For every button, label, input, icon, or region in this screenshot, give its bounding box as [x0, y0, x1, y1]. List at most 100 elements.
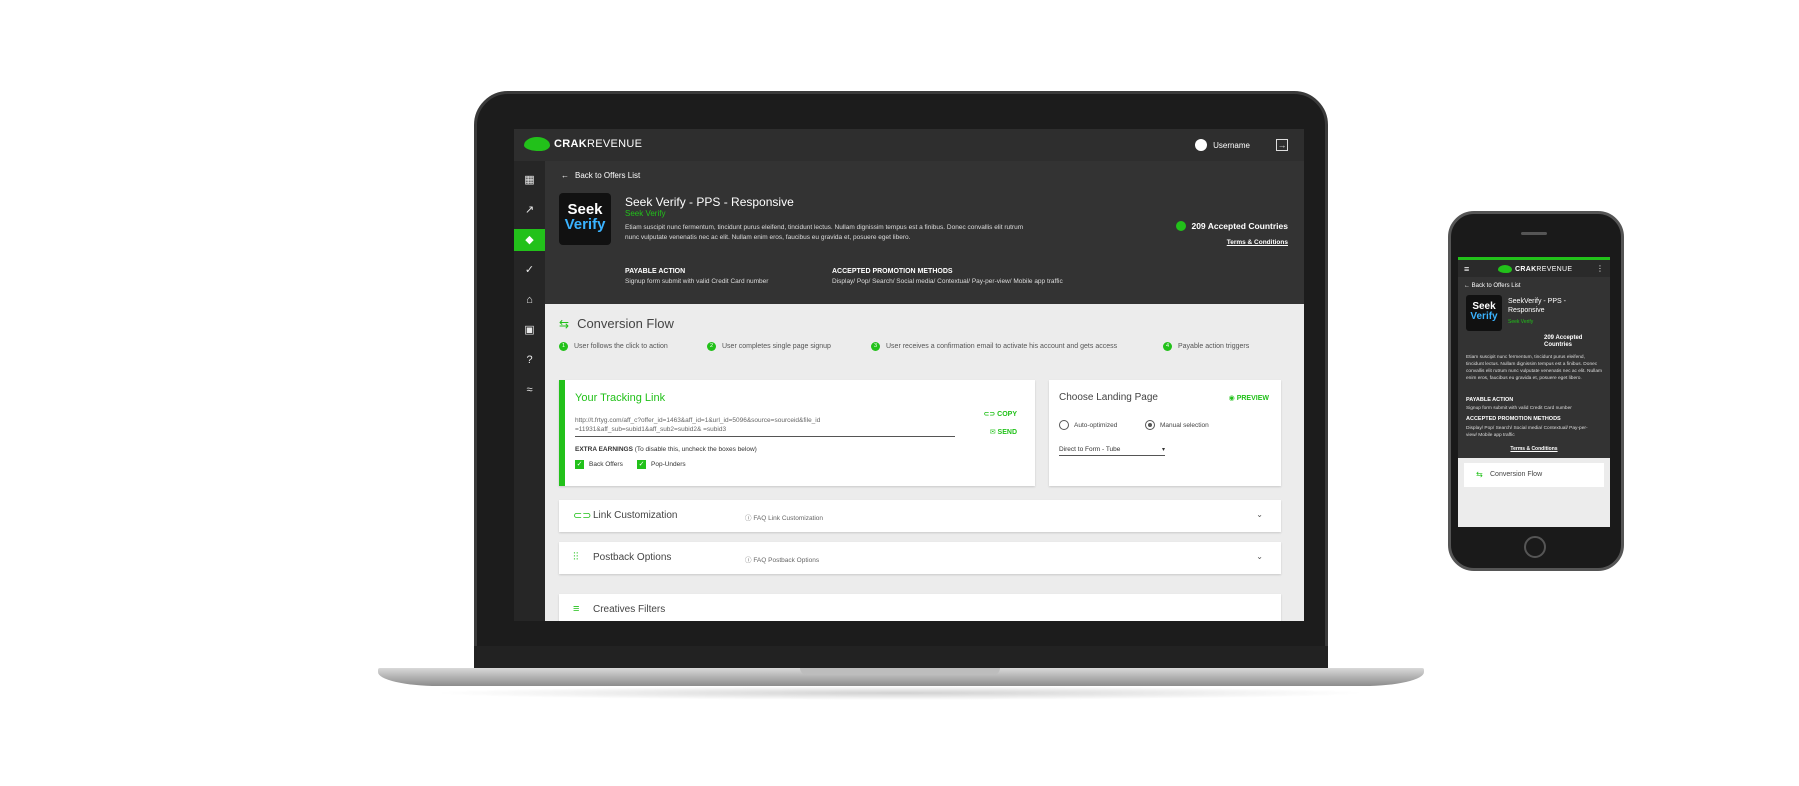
whale-logo-icon [1498, 265, 1512, 273]
sidebar-item-offers[interactable]: ◆ [514, 229, 545, 251]
whale-icon: ≈ [526, 384, 533, 396]
offer-description: Etiam suscipit nunc fermentum, tincidunt… [625, 224, 1024, 241]
offer-description: Etiam suscipit nunc fermentum, tincidunt… [1466, 355, 1602, 381]
offer-title: SeekVerify - PPS - Responsive [1508, 298, 1566, 314]
copy-button[interactable]: ⊂⊃ COPY [983, 410, 1017, 418]
user-menu[interactable]: Username [1195, 139, 1250, 151]
arrow-left-icon: ← [561, 171, 569, 180]
offer-header: ← Back to Offers List Seek Verify Seek V… [545, 161, 1304, 304]
device-mockup-stage: CRAKREVENUE Username → ▦ ↗ ◆ ✓ ⌂ ▣ ? ≈ ←… [0, 0, 1799, 786]
send-button[interactable]: ✉ SEND [990, 428, 1017, 436]
payable-action-value: Signup form submit with valid Credit Car… [625, 278, 769, 285]
offer-logo: Seek Verify [559, 193, 611, 245]
filter-icon: ≡ [573, 603, 580, 615]
sidebar-item-dashboard[interactable]: ▦ [514, 169, 545, 191]
hamburger-icon[interactable]: ≡ [1464, 264, 1469, 274]
mail-icon: ✉ [989, 429, 996, 436]
link-icon: ⊂⊃ [573, 510, 592, 522]
phone-top-bar: ≡ CRAKREVENUE ⋮ [1458, 257, 1610, 277]
payable-action-heading: PAYABLE ACTION [625, 268, 686, 275]
flow-step: 1 User follows the click to action [559, 342, 668, 351]
offer-content: ⇆ Conversion Flow 1 User follows the cli… [545, 304, 1304, 621]
logout-icon[interactable]: → [1276, 139, 1288, 151]
sliders-icon: ⫶⫶ [573, 551, 579, 563]
phone-speaker [1521, 232, 1547, 235]
checkbox-checked-icon: ✓ [637, 460, 646, 469]
accepted-countries[interactable]: 209 Accepted Countries [1544, 335, 1604, 349]
phone-home-button [1524, 536, 1546, 558]
eye-icon: ◉ [1228, 395, 1235, 402]
sidebar-item-brand[interactable]: ≈ [514, 379, 545, 401]
laptop-chin [474, 646, 1328, 670]
extra-earnings-label: EXTRA EARNINGS (To disable this, uncheck… [575, 446, 757, 453]
flow-arrows-icon: ⇆ [559, 316, 570, 331]
radio-manual-selection[interactable]: Manual selection [1145, 420, 1209, 430]
profile-icon: ▣ [524, 324, 535, 336]
chevron-down-icon: ⌄ [1256, 510, 1263, 519]
accordion-creatives-filters[interactable]: ≡ Creatives Filters [559, 594, 1281, 621]
tracking-link-card: Your Tracking Link http://t.frtyg.com/af… [559, 380, 1035, 486]
bank-icon: ⌂ [526, 294, 533, 306]
brand-logo[interactable]: CRAKREVENUE [1498, 265, 1572, 273]
payable-action-value: Signup form submit with valid Credit Car… [1466, 406, 1572, 411]
sidebar-item-stats[interactable]: ↗ [514, 199, 545, 221]
chevron-down-icon: ⌄ [1256, 552, 1263, 561]
faq-link[interactable]: ⓘ FAQ Postback Options [745, 554, 819, 564]
phone-content: ⇆ Conversion Flow [1458, 458, 1610, 527]
back-to-offers-link[interactable]: ← Back to Offers List [1464, 283, 1521, 289]
whale-logo-icon [524, 137, 550, 151]
stats-icon: ↗ [524, 204, 535, 216]
conversion-flow-card[interactable]: ⇆ Conversion Flow [1464, 463, 1604, 487]
tracking-link-input[interactable]: http://t.frtyg.com/aff_c?offer_id=1463&a… [575, 416, 955, 437]
more-vert-icon[interactable]: ⋮ [1596, 264, 1604, 273]
phone-screen: ≡ CRAKREVENUE ⋮ ← Back to Offers List Se… [1458, 257, 1610, 527]
accordion-link-customization[interactable]: ⊂⊃ Link Customization ⓘ FAQ Link Customi… [559, 500, 1281, 532]
dashboard-icon: ▦ [524, 174, 535, 186]
offers-icon: ◆ [525, 234, 534, 246]
sidebar-item-profile[interactable]: ▣ [514, 319, 545, 341]
flow-step: 3 User receives a confirmation email to … [871, 342, 1117, 351]
flow-arrows-icon: ⇆ [1476, 470, 1483, 479]
sidebar: ▦ ↗ ◆ ✓ ⌂ ▣ ? ≈ [514, 161, 545, 621]
landing-page-title: Choose Landing Page [1059, 392, 1158, 403]
promotion-methods-value: Display/ Pop/ Search/ Social media/ Cont… [1466, 426, 1588, 438]
sidebar-item-conversions[interactable]: ✓ [514, 259, 545, 281]
back-offers-checkbox[interactable]: ✓ Back Offers [575, 460, 623, 469]
tracking-link-title: Your Tracking Link [575, 392, 666, 404]
offer-subtitle: Seek Verify [625, 209, 666, 218]
checkbox-checked-icon: ✓ [575, 460, 584, 469]
flow-step: 2 User completes single page signup [707, 342, 831, 351]
landing-page-card: Choose Landing Page ◉ PREVIEW Auto-optim… [1049, 380, 1281, 486]
promotion-methods-value: Display/ Pop/ Search/ Social media/ Cont… [832, 278, 1063, 285]
offer-logo: Seek Verify [1466, 295, 1502, 331]
sidebar-item-help[interactable]: ? [514, 349, 545, 371]
preview-button[interactable]: ◉ PREVIEW [1229, 394, 1269, 402]
accordion-postback-options[interactable]: ⫶⫶ Postback Options ⓘ FAQ Postback Optio… [559, 542, 1281, 574]
accepted-countries[interactable]: 209 Accepted Countries [1176, 221, 1288, 231]
sidebar-item-payments[interactable]: ⌂ [514, 289, 545, 311]
pop-unders-checkbox[interactable]: ✓ Pop-Unders [637, 460, 686, 469]
flow-step: 4 Payable action triggers [1163, 342, 1249, 351]
brand-logo[interactable]: CRAKREVENUE [524, 137, 642, 151]
username-label: Username [1213, 140, 1250, 150]
help-icon: ? [526, 354, 533, 366]
offer-subtitle: Seek Verify [1508, 319, 1534, 325]
back-to-offers-link[interactable]: ← Back to Offers List [561, 171, 640, 180]
laptop-notch [800, 668, 1000, 675]
link-icon: ⊂⊃ [983, 411, 996, 418]
radio-auto-optimized[interactable]: Auto-optimized [1059, 420, 1117, 430]
top-bar: CRAKREVENUE Username → [514, 129, 1304, 161]
laptop-screen: CRAKREVENUE Username → ▦ ↗ ◆ ✓ ⌂ ▣ ? ≈ ←… [514, 129, 1304, 621]
check-icon: ✓ [524, 264, 535, 276]
offer-title: Seek Verify - PPS - Responsive [625, 195, 794, 209]
terms-link[interactable]: Terms & Conditions [1227, 239, 1288, 246]
promotion-methods-heading: ACCEPTED PROMOTION METHODS [1466, 416, 1561, 422]
promotion-methods-heading: ACCEPTED PROMOTION METHODS [832, 268, 953, 275]
terms-link[interactable]: Terms & Conditions [1458, 446, 1610, 452]
landing-page-select[interactable]: Direct to Form - Tube [1059, 446, 1165, 456]
conversion-flow-title: ⇆ Conversion Flow [559, 316, 674, 331]
laptop-shadow [430, 686, 1370, 700]
faq-link[interactable]: ⓘ FAQ Link Customization [745, 512, 823, 522]
avatar [1195, 139, 1208, 151]
payable-action-heading: PAYABLE ACTION [1466, 397, 1514, 403]
